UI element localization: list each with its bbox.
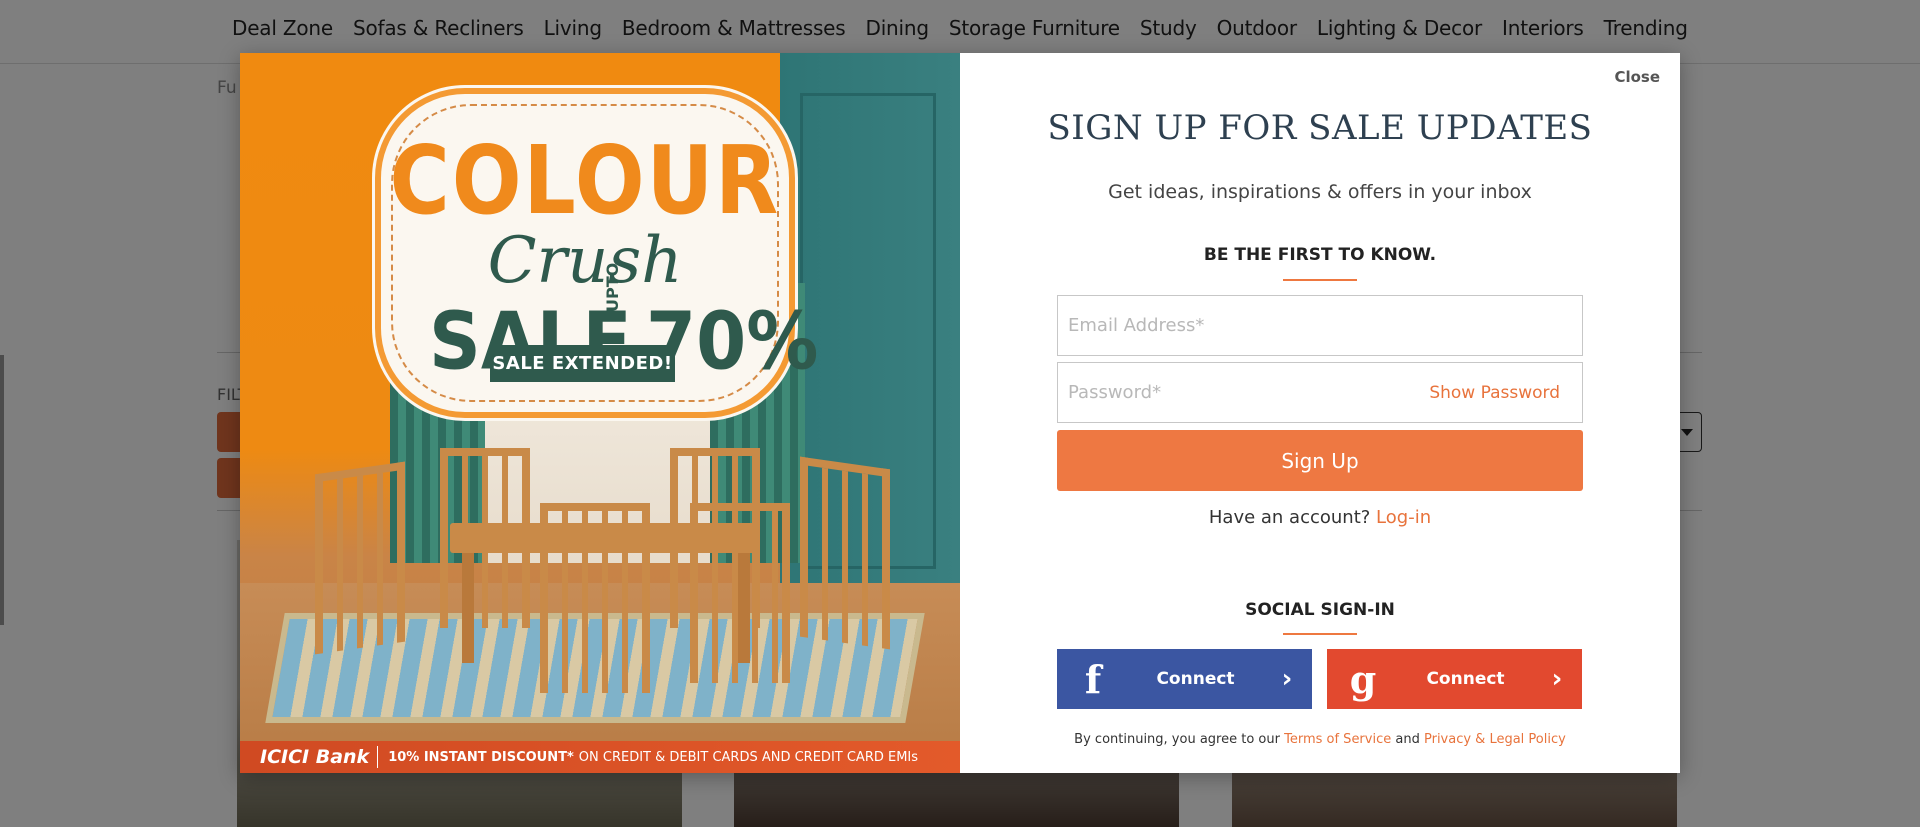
signup-modal: COLOUR Crush SALE UPTO 70% SALE EXTENDED…	[240, 53, 1680, 773]
facebook-connect-button[interactable]: f Connect ›	[1057, 649, 1312, 709]
login-link[interactable]: Log-in	[1376, 507, 1431, 528]
chevron-right-icon: ›	[1281, 664, 1293, 694]
modal-subtitle: Get ideas, inspirations & offers in your…	[1108, 181, 1532, 203]
promo-chair	[800, 456, 890, 650]
first-to-know-heading: BE THE FIRST TO KNOW.	[1203, 245, 1437, 265]
have-account-line: Have an account? Log-in	[960, 507, 1680, 528]
terms-and: and	[1395, 732, 1420, 747]
sale-extended-label: SALE EXTENDED!	[490, 345, 675, 382]
promo-chair	[540, 503, 650, 693]
facebook-connect-label: Connect	[1156, 669, 1235, 689]
bank-logo: ICICI Bank	[260, 746, 379, 768]
promo-table-leg	[462, 553, 474, 663]
google-connect-button[interactable]: g Connect ›	[1327, 649, 1582, 709]
heading-underline	[1283, 279, 1357, 281]
bank-offer-strip: ICICI Bank 10% INSTANT DISCOUNT* ON CRED…	[240, 741, 960, 773]
chevron-right-icon: ›	[1551, 664, 1563, 694]
promo-upto-text: UPTO	[603, 262, 622, 312]
google-connect-label: Connect	[1426, 669, 1505, 689]
terms-notice: By continuing, you agree to our Terms of…	[960, 732, 1680, 747]
show-password-link[interactable]: Show Password	[1429, 383, 1560, 403]
bank-discount: 10% INSTANT DISCOUNT*	[388, 749, 574, 765]
modal-title: SIGN UP FOR SALE UPDATES	[1047, 108, 1593, 148]
close-button[interactable]: Close	[1614, 68, 1660, 86]
privacy-policy-link[interactable]: Privacy & Legal Policy	[1424, 732, 1566, 747]
google-icon: g	[1349, 656, 1377, 702]
signup-form-panel: Close SIGN UP FOR SALE UPDATES Get ideas…	[960, 53, 1680, 773]
bank-terms: ON CREDIT & DEBIT CARDS AND CREDIT CARD …	[578, 749, 919, 765]
terms-prefix: By continuing, you agree to our	[1074, 732, 1280, 747]
promo-chair	[315, 461, 405, 655]
promo-colour-text: COLOUR	[389, 126, 781, 237]
promo-crush-text: Crush	[487, 224, 683, 298]
social-signin-heading: SOCIAL SIGN-IN	[1245, 600, 1395, 620]
signup-button[interactable]: Sign Up	[1057, 430, 1583, 491]
promo-chair	[690, 503, 790, 683]
facebook-icon: f	[1084, 656, 1102, 702]
have-account-text: Have an account?	[1208, 507, 1371, 528]
heading-underline	[1283, 633, 1357, 635]
terms-of-service-link[interactable]: Terms of Service	[1284, 732, 1391, 747]
promo-banner: COLOUR Crush SALE UPTO 70% SALE EXTENDED…	[240, 53, 960, 773]
email-field[interactable]	[1057, 295, 1583, 356]
